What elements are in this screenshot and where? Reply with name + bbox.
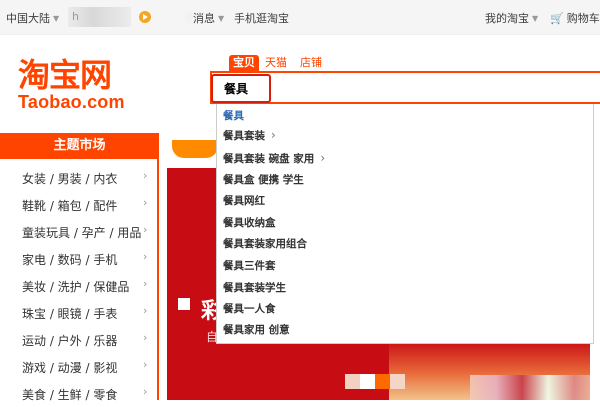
category-item[interactable]: 家电 / 数码 / 手机 › (0, 245, 157, 272)
mobile-taobao-label: 手机逛淘宝 (234, 12, 289, 25)
suggestion-item[interactable]: 餐具套装家用组合 (223, 234, 307, 254)
suggestion-text: 餐具套装学生 (223, 282, 286, 294)
region-selector[interactable]: 中国大陆▼ (6, 10, 59, 26)
cart-label: 购物车 (567, 12, 600, 25)
chevron-right-icon: › (143, 358, 147, 371)
logo-en: Taobao.com (18, 92, 138, 112)
category-item[interactable]: 美妆 / 洗护 / 保健品 › (0, 272, 157, 299)
my-taobao-label: 我的淘宝 (485, 12, 529, 25)
suggestion-text: 餐具家用 创意 (223, 324, 290, 336)
category-menu: 主题市场 女装 / 男装 / 内衣 › 鞋靴 / 箱包 / 配件 › 童装玩具 / … (0, 133, 159, 400)
category-item[interactable]: 童装玩具 / 孕产 / 用品› (0, 218, 157, 245)
category-item[interactable]: 女装 / 男装 / 内衣 › (0, 164, 157, 191)
carousel-dot[interactable] (360, 374, 375, 389)
suggestion-item[interactable]: 餐具一人食 (223, 299, 276, 319)
chevron-right-icon: › (143, 304, 147, 317)
tab-shops[interactable]: 店铺 (300, 55, 322, 71)
category-label: 童装玩具 / 孕产 / 用品 (22, 224, 141, 241)
suggestion-item[interactable]: 餐具收纳盒 (223, 213, 276, 233)
suggestion-item[interactable]: 餐具家用 创意 (223, 320, 290, 340)
my-taobao-menu[interactable]: 我的淘宝▼ (485, 10, 538, 26)
search-suggestion-dropdown: 餐具 餐具套装 › 餐具套装 碗盘 家用 › 餐具盒 便携 学生 餐具网红 餐具收纳… (216, 104, 594, 344)
taobao-logo[interactable]: 淘宝网 Taobao.com (18, 58, 138, 112)
chevron-right-icon: › (143, 331, 147, 344)
chevron-right-icon[interactable]: › (271, 128, 276, 142)
logo-cn: 淘宝网 (18, 58, 138, 92)
chevron-right-icon: › (143, 250, 147, 263)
cart-icon: 🛒 (550, 12, 564, 25)
suggestion-text: 餐具三件套 (223, 260, 276, 272)
suggestion-text: 餐具套装 (223, 130, 265, 142)
category-label: 女装 / 男装 / 内衣 (22, 170, 117, 187)
category-item[interactable]: 美食 / 生鲜 / 零食 › (0, 380, 157, 407)
banner-square (178, 298, 190, 310)
chevron-right-icon: › (143, 277, 147, 290)
banner-carousel-dots (345, 374, 405, 392)
user-name-visible: h (72, 10, 79, 23)
suggestion-item[interactable]: 餐具套装 碗盘 家用 › (223, 148, 325, 168)
category-header: 主题市场 (0, 133, 159, 159)
chevron-right-icon: › (143, 385, 147, 398)
suggestion-text: 餐具套装 碗盘 家用 (223, 153, 314, 165)
suggestion-item[interactable]: 餐具三件套 (223, 256, 276, 276)
member-level-icon[interactable] (139, 11, 151, 23)
mobile-taobao-link[interactable]: 手机逛淘宝 (234, 10, 289, 26)
chevron-right-icon: › (143, 169, 147, 182)
region-label: 中国大陆 (6, 12, 50, 25)
category-item[interactable]: 鞋靴 / 箱包 / 配件 › (0, 191, 157, 218)
site-nav-bar: 中国大陆▼ h 消息▼ 手机逛淘宝 我的淘宝▼ 🛒购物车0 (0, 0, 600, 35)
carousel-dot[interactable] (375, 374, 390, 389)
chevron-down-icon: ▼ (218, 14, 224, 23)
cart-link[interactable]: 🛒购物车0 (550, 10, 600, 26)
category-label: 珠宝 / 眼镜 / 手表 (22, 305, 117, 322)
suggestion-text: 餐具盒 便携 学生 (223, 174, 304, 186)
suggestion-item[interactable]: 餐具套装学生 (223, 278, 286, 298)
carousel-dot[interactable] (345, 374, 360, 389)
category-item[interactable]: 游戏 / 动漫 / 影视 › (0, 353, 157, 380)
tab-items[interactable]: 宝贝 (229, 55, 259, 71)
chevron-right-icon: › (143, 196, 147, 209)
category-item[interactable]: 运动 / 户外 / 乐器 › (0, 326, 157, 353)
banner-blurred-image (470, 375, 600, 400)
carousel-dot[interactable] (390, 374, 405, 389)
messages-label: 消息 (193, 12, 215, 25)
user-name-redacted[interactable]: h (68, 7, 131, 27)
banner-tab-decoration (172, 140, 218, 158)
suggestion-text: 餐具套装家用组合 (223, 238, 307, 250)
suggestion-text: 餐具 (223, 110, 244, 122)
category-label: 家电 / 数码 / 手机 (22, 251, 117, 268)
messages-menu[interactable]: 消息▼ (193, 10, 224, 26)
tab-tmall[interactable]: 天猫 (265, 55, 287, 71)
category-item[interactable]: 珠宝 / 眼镜 / 手表 › (0, 299, 157, 326)
suggestion-text: 餐具一人食 (223, 303, 276, 315)
suggestion-item[interactable]: 餐具套装 › (223, 125, 276, 145)
chevron-down-icon: ▼ (53, 14, 59, 23)
suggestion-item[interactable]: 餐具网红 (223, 191, 265, 211)
category-label: 美食 / 生鲜 / 零食 (22, 386, 117, 403)
suggestion-text: 餐具收纳盒 (223, 217, 276, 229)
suggestion-item[interactable]: 餐具盒 便携 学生 (223, 170, 304, 190)
category-label: 运动 / 户外 / 乐器 (22, 332, 117, 349)
highlight-annotation (211, 74, 271, 103)
chevron-right-icon[interactable]: › (320, 151, 325, 165)
suggestion-item[interactable]: 餐具 (223, 106, 244, 126)
suggestion-text: 餐具网红 (223, 195, 265, 207)
chevron-right-icon: › (143, 223, 147, 236)
category-label: 游戏 / 动漫 / 影视 (22, 359, 117, 376)
category-label: 鞋靴 / 箱包 / 配件 (22, 197, 117, 214)
chevron-down-icon: ▼ (532, 14, 538, 23)
category-label: 美妆 / 洗护 / 保健品 (22, 278, 129, 295)
